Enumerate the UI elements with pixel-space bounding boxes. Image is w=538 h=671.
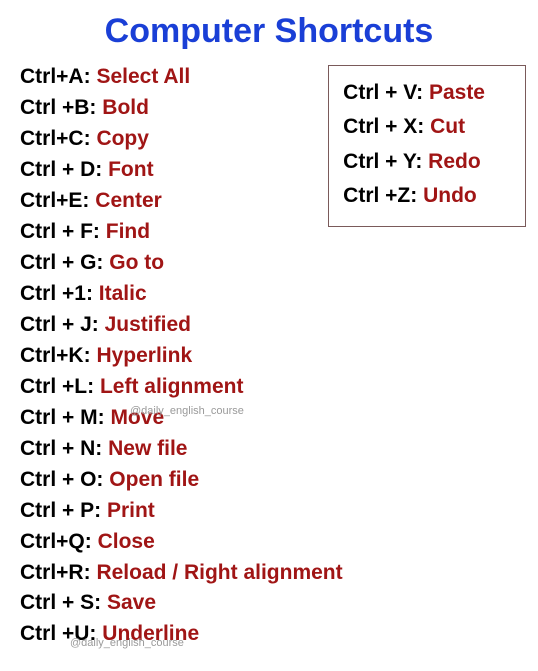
shortcuts-box: Ctrl + V: Paste Ctrl + X: Cut Ctrl + Y: … <box>328 65 526 227</box>
shortcut-key: Ctrl + D: <box>20 158 102 181</box>
shortcut-action: Justified <box>105 313 191 336</box>
shortcut-row: Ctrl+K: Hyperlink <box>20 342 518 371</box>
shortcut-key: Ctrl+R: <box>20 561 91 584</box>
shortcut-action: New file <box>108 437 187 460</box>
shortcut-action: Undo <box>423 184 477 207</box>
shortcut-key: Ctrl+C: <box>20 127 91 150</box>
shortcut-row: Ctrl +1: Italic <box>20 280 518 309</box>
shortcut-key: Ctrl+E: <box>20 189 89 212</box>
shortcut-action: Copy <box>96 127 149 150</box>
shortcut-row: Ctrl + P: Print <box>20 497 518 526</box>
shortcut-key: Ctrl + G: <box>20 251 103 274</box>
shortcut-row: Ctrl + O: Open file <box>20 466 518 495</box>
shortcut-action: Select All <box>96 65 190 88</box>
shortcut-row: Ctrl + X: Cut <box>343 112 485 142</box>
shortcut-key: Ctrl+A: <box>20 65 91 88</box>
shortcut-row: Ctrl + N: New file <box>20 435 518 464</box>
shortcut-action: Center <box>95 189 162 212</box>
shortcut-key: Ctrl + F: <box>20 220 100 243</box>
shortcut-key: Ctrl + Y: <box>343 150 422 173</box>
shortcut-key: Ctrl +1: <box>20 282 93 305</box>
shortcut-row: Ctrl +L: Left alignment <box>20 373 518 402</box>
content-area: Ctrl+A: Select All Ctrl +B: Bold Ctrl+C:… <box>20 63 518 649</box>
shortcut-key: Ctrl +U: <box>20 622 96 645</box>
shortcut-action: Reload / Right alignment <box>96 561 342 584</box>
shortcut-key: Ctrl + V: <box>343 81 423 104</box>
shortcut-row: Ctrl + J: Justified <box>20 311 518 340</box>
shortcut-row: Ctrl + V: Paste <box>343 78 485 108</box>
page-title: Computer Shortcuts <box>20 12 518 51</box>
shortcut-row: Ctrl +Z: Undo <box>343 181 485 211</box>
shortcut-action: Bold <box>102 96 149 119</box>
shortcut-key: Ctrl + P: <box>20 499 101 522</box>
shortcut-key: Ctrl +L: <box>20 375 94 398</box>
shortcut-action: Redo <box>428 150 481 173</box>
shortcut-action: Print <box>107 499 155 522</box>
shortcut-action: Font <box>108 158 153 181</box>
shortcut-action: Open file <box>109 468 199 491</box>
shortcut-row: Ctrl+Q: Close <box>20 528 518 557</box>
shortcut-row: Ctrl + Y: Redo <box>343 147 485 177</box>
shortcut-key: Ctrl +B: <box>20 96 96 119</box>
shortcut-row: Ctrl + G: Go to <box>20 249 518 278</box>
shortcut-action: Cut <box>430 115 465 138</box>
shortcut-row: Ctrl + S: Save <box>20 589 518 618</box>
shortcut-action: Close <box>98 530 155 553</box>
shortcut-key: Ctrl+K: <box>20 344 91 367</box>
shortcut-action: Go to <box>109 251 164 274</box>
shortcut-key: Ctrl + M: <box>20 406 105 429</box>
shortcut-action: Paste <box>429 81 485 104</box>
shortcut-action: Left alignment <box>100 375 244 398</box>
shortcut-row: Ctrl+R: Reload / Right alignment <box>20 559 518 588</box>
shortcut-key: Ctrl + N: <box>20 437 102 460</box>
shortcut-row: Ctrl + M: Move <box>20 404 518 433</box>
shortcut-action: Find <box>106 220 150 243</box>
shortcut-key: Ctrl + S: <box>20 591 101 614</box>
shortcut-key: Ctrl + X: <box>343 115 424 138</box>
shortcut-action: Italic <box>99 282 147 305</box>
shortcut-key: Ctrl +Z: <box>343 184 417 207</box>
shortcut-key: Ctrl+Q: <box>20 530 92 553</box>
shortcut-row: Ctrl +U: Underline <box>20 620 518 649</box>
shortcut-action: Hyperlink <box>96 344 192 367</box>
shortcut-action: Save <box>107 591 156 614</box>
shortcut-key: Ctrl + J: <box>20 313 99 336</box>
shortcut-action: Move <box>110 406 164 429</box>
shortcut-key: Ctrl + O: <box>20 468 103 491</box>
shortcut-action: Underline <box>102 622 199 645</box>
